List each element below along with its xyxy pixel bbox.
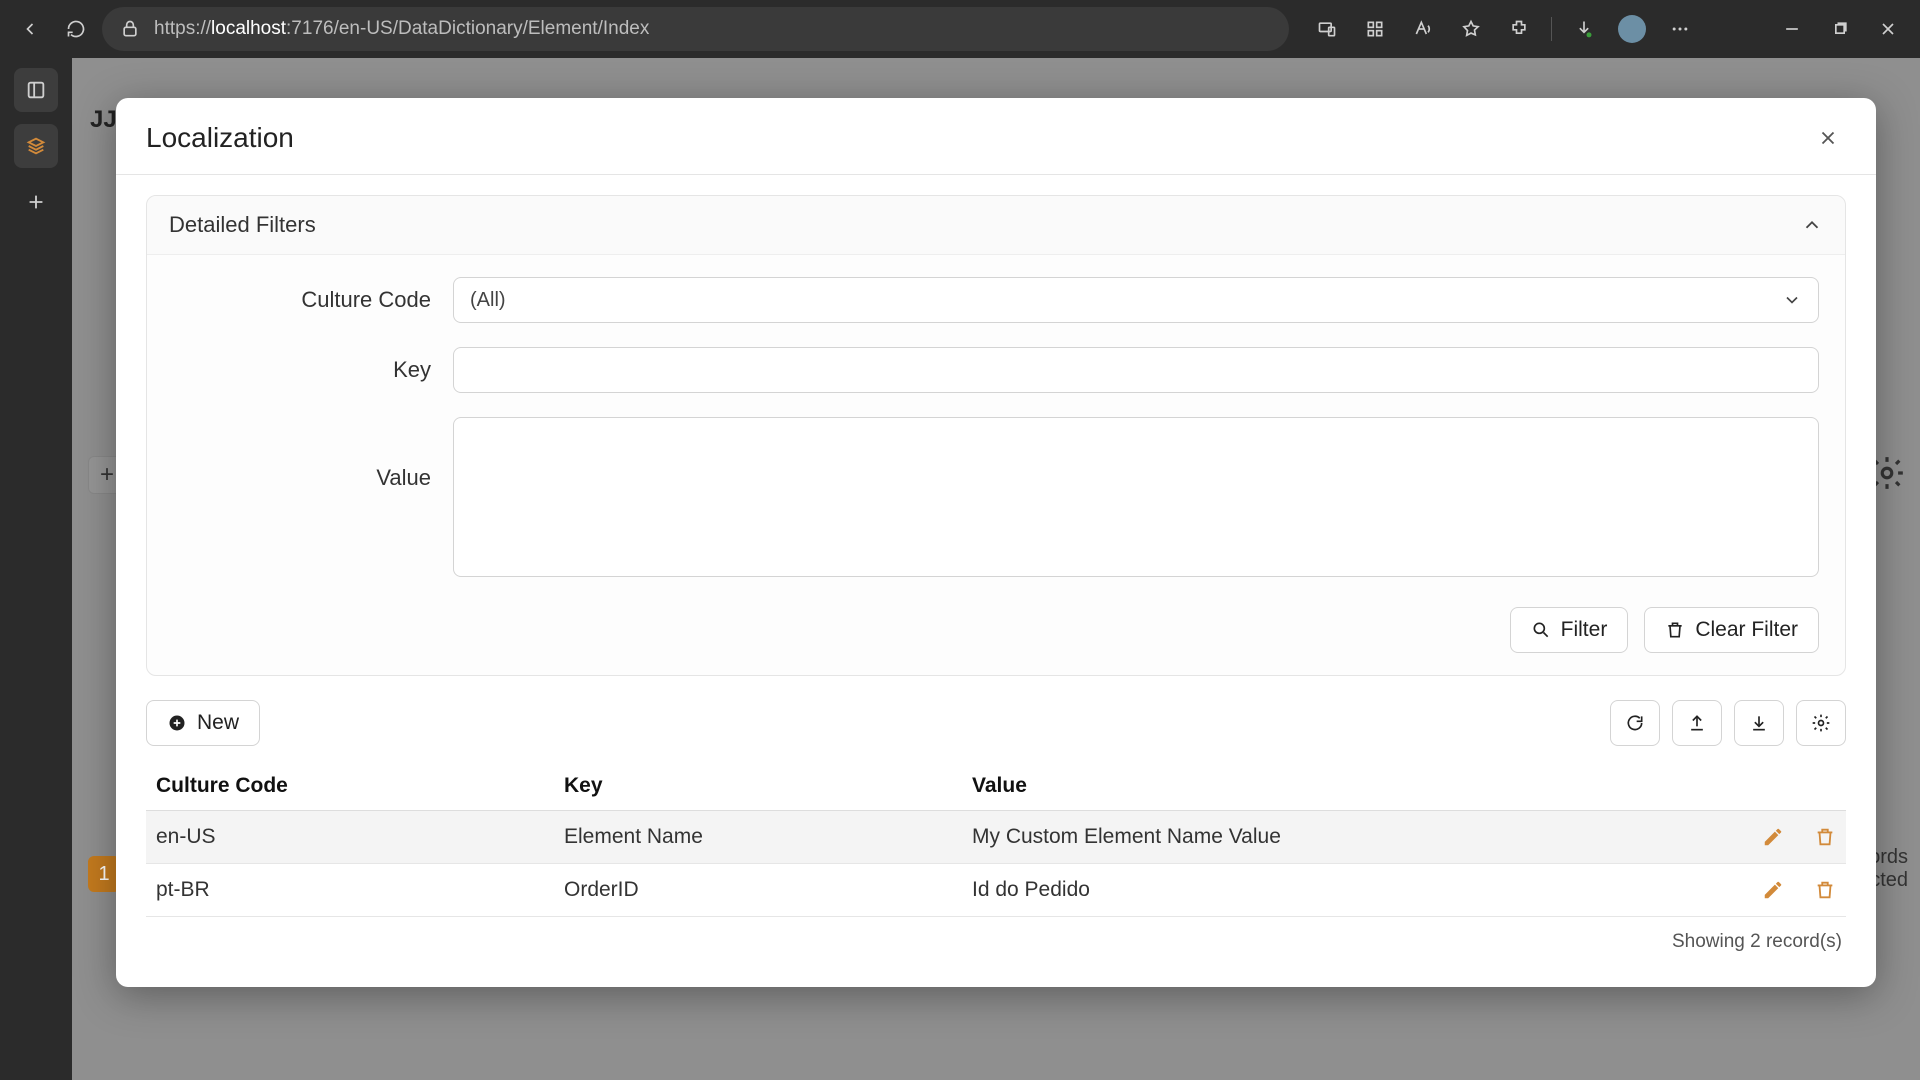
modal-title: Localization: [146, 122, 294, 154]
chevron-up-icon: [1801, 214, 1823, 236]
cell-culture: en-US: [146, 811, 554, 864]
modal-header: Localization: [116, 98, 1876, 175]
read-aloud-icon[interactable]: [1401, 9, 1445, 49]
lock-icon: [120, 19, 140, 39]
trash-icon[interactable]: [1814, 826, 1836, 848]
culture-code-select[interactable]: (All): [453, 277, 1819, 323]
label-key: Key: [173, 357, 453, 383]
refresh-icon: [1625, 713, 1645, 733]
minimize-button[interactable]: [1770, 9, 1814, 49]
label-value: Value: [173, 417, 453, 491]
divider: [1551, 17, 1552, 41]
table-row: en-USElement NameMy Custom Element Name …: [146, 811, 1846, 864]
trash-icon[interactable]: [1814, 879, 1836, 901]
cell-key: Element Name: [554, 811, 962, 864]
gear-icon: [1811, 713, 1831, 733]
culture-code-selected: (All): [470, 289, 506, 312]
col-key[interactable]: Key: [554, 762, 962, 811]
downloads-icon[interactable]: [1562, 9, 1606, 49]
download-icon: [1749, 713, 1769, 733]
filters-title: Detailed Filters: [169, 212, 316, 238]
table-footer: Showing 2 record(s): [146, 917, 1846, 957]
pencil-icon[interactable]: [1762, 826, 1784, 848]
settings-button[interactable]: [1796, 700, 1846, 746]
rail-tabs-icon[interactable]: [14, 68, 58, 112]
search-icon: [1531, 620, 1551, 640]
value-textarea[interactable]: [453, 417, 1819, 577]
back-button[interactable]: [10, 9, 50, 49]
cell-value: My Custom Element Name Value: [962, 811, 1726, 864]
key-input[interactable]: [453, 347, 1819, 393]
apps-icon[interactable]: [1353, 9, 1397, 49]
cell-culture: pt-BR: [146, 864, 554, 917]
refresh-button[interactable]: [56, 9, 96, 49]
localization-modal: Localization Detailed Filters Culture Co…: [116, 98, 1876, 987]
col-culture[interactable]: Culture Code: [146, 762, 554, 811]
filter-button[interactable]: Filter: [1510, 607, 1629, 653]
device-icon[interactable]: [1305, 9, 1349, 49]
table-toolbar: New: [146, 700, 1846, 746]
plus-circle-icon: [167, 713, 187, 733]
filter-button-label: Filter: [1561, 618, 1608, 642]
pencil-icon[interactable]: [1762, 879, 1784, 901]
profile-avatar[interactable]: [1610, 9, 1654, 49]
upload-icon: [1687, 713, 1707, 733]
table-row: pt-BROrderIDId do Pedido: [146, 864, 1846, 917]
close-window-button[interactable]: [1866, 9, 1910, 49]
col-value[interactable]: Value: [962, 762, 1726, 811]
rail-app-icon[interactable]: [14, 124, 58, 168]
close-icon[interactable]: [1810, 120, 1846, 156]
more-icon[interactable]: [1658, 9, 1702, 49]
rail-add-icon[interactable]: [14, 180, 58, 224]
browser-chrome: https://localhost:7176/en-US/DataDiction…: [0, 0, 1920, 58]
extensions-icon[interactable]: [1497, 9, 1541, 49]
cell-key: OrderID: [554, 864, 962, 917]
cell-value: Id do Pedido: [962, 864, 1726, 917]
upload-button[interactable]: [1672, 700, 1722, 746]
filters-toggle[interactable]: Detailed Filters: [147, 196, 1845, 255]
localization-table: Culture Code Key Value en-USElement Name…: [146, 762, 1846, 917]
label-culture-code: Culture Code: [173, 287, 453, 313]
clear-filter-button-label: Clear Filter: [1695, 618, 1798, 642]
chevron-down-icon: [1782, 290, 1802, 310]
new-button[interactable]: New: [146, 700, 260, 746]
side-rail: [0, 58, 72, 1080]
clear-filter-button[interactable]: Clear Filter: [1644, 607, 1819, 653]
download-button[interactable]: [1734, 700, 1784, 746]
modal-overlay: Localization Detailed Filters Culture Co…: [72, 58, 1920, 1080]
favorite-icon[interactable]: [1449, 9, 1493, 49]
restore-button[interactable]: [1818, 9, 1862, 49]
new-button-label: New: [197, 711, 239, 735]
filters-panel: Detailed Filters Culture Code (All) Key: [146, 195, 1846, 676]
url-text: https://localhost:7176/en-US/DataDiction…: [154, 18, 649, 40]
url-bar[interactable]: https://localhost:7176/en-US/DataDiction…: [102, 7, 1289, 51]
trash-icon: [1665, 620, 1685, 640]
chrome-right: [1305, 9, 1910, 49]
refresh-table-button[interactable]: [1610, 700, 1660, 746]
